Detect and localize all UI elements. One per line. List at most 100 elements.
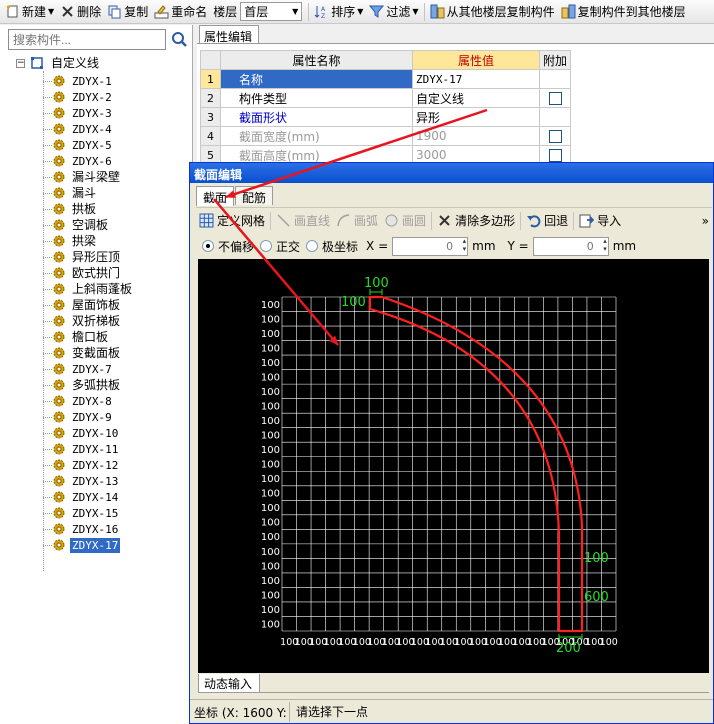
clear-polygon-button[interactable]: 清除多边形 — [434, 210, 518, 232]
delete-button[interactable]: 删除 — [57, 1, 104, 23]
y-input[interactable]: 0 — [532, 236, 609, 256]
tree-item[interactable]: ZDYX-8 — [43, 393, 114, 409]
tree-item[interactable]: 拱梁 — [43, 233, 98, 249]
table-row[interactable]: 2 构件类型 自定义线 — [200, 88, 572, 108]
more-tools-button[interactable]: » — [699, 210, 712, 232]
floor-select[interactable]: 首层 ▼ — [240, 2, 303, 21]
tree-item[interactable]: 双折梯板 — [43, 313, 122, 329]
tree-item[interactable]: ZDYX-1 — [43, 73, 114, 89]
tree-item[interactable]: 空调板 — [43, 217, 110, 233]
tree-item-label: ZDYX-7 — [72, 362, 112, 376]
tree-item[interactable]: ZDYX-17 — [43, 537, 121, 553]
polar-radio[interactable] — [306, 240, 319, 252]
tree-item[interactable]: ZDYX-12 — [43, 457, 120, 473]
tree-root-label: 自定义线 — [51, 55, 100, 70]
tree-item[interactable]: ZDYX-15 — [43, 505, 120, 521]
search-icon[interactable] — [169, 29, 189, 50]
tree-item[interactable]: 檐口板 — [43, 329, 110, 345]
grid-label-row: 100 — [261, 532, 280, 543]
table-row[interactable]: 3 截面形状 异形 — [200, 107, 572, 127]
undo-button[interactable]: 回退 — [523, 210, 571, 232]
tab-section[interactable]: 截面 — [196, 186, 235, 206]
tree-item[interactable]: ZDYX-3 — [43, 105, 114, 121]
sort-button[interactable]: AZ 排序 ▼ — [311, 1, 366, 23]
copy-to-floor-icon — [561, 4, 576, 19]
x-input[interactable]: 0 — [392, 236, 469, 256]
draw-arc-button[interactable]: 画弧 — [333, 210, 381, 232]
grid-label-row: 100 — [261, 373, 280, 384]
tab-property-editor[interactable]: 属性编辑 — [199, 25, 259, 44]
custom-line-icon — [31, 57, 43, 69]
tab-dynamic-input[interactable]: 动态输入 — [198, 674, 260, 693]
no-offset-radio[interactable] — [202, 240, 214, 252]
grid-label-col: 100 — [600, 637, 618, 648]
tree-item[interactable]: ZDYX-7 — [43, 361, 114, 377]
tree-item[interactable]: ZDYX-14 — [43, 489, 120, 505]
define-grid-button[interactable]: 定义网格 — [196, 210, 268, 232]
window-title[interactable]: 截面编辑 — [190, 163, 713, 183]
tree-item[interactable]: 变截面板 — [43, 345, 122, 361]
rename-button[interactable]: 重命名 — [151, 1, 210, 23]
tree-connector — [43, 400, 52, 402]
tree-item[interactable]: ZDYX-10 — [43, 425, 120, 441]
toolbar-divider — [520, 211, 522, 230]
tree-item[interactable]: ZDYX-9 — [43, 409, 114, 425]
tree-item[interactable]: ZDYX-5 — [43, 137, 114, 153]
tree-connector — [43, 128, 52, 130]
filter-button[interactable]: 过滤 ▼ — [366, 1, 421, 23]
draw-circle-button[interactable]: 画圆 — [381, 210, 429, 232]
tree-item[interactable]: 欧式拱门 — [43, 265, 122, 281]
tree-connector — [43, 96, 52, 98]
tree-root[interactable]: − 自定义线 — [16, 55, 101, 71]
tree-item-label: ZDYX-15 — [72, 506, 119, 520]
tree-item[interactable]: 上斜雨蓬板 — [43, 281, 134, 297]
table-row[interactable]: 4 截面宽度(mm) 1900 — [200, 126, 572, 146]
gear-icon — [53, 347, 65, 359]
draw-line-button[interactable]: 画直线 — [273, 210, 333, 232]
gear-icon — [53, 331, 65, 343]
new-button[interactable]: 新建 ▼ — [2, 1, 57, 23]
tree-item[interactable]: 多弧拱板 — [43, 377, 122, 393]
tree-item[interactable]: 漏斗梁壁 — [43, 169, 122, 185]
tree-item-label: 漏斗 — [72, 185, 97, 200]
tree-item-label: 双折梯板 — [72, 313, 121, 328]
tree-item[interactable]: 漏斗 — [43, 185, 98, 201]
gear-icon — [53, 459, 65, 471]
import-button[interactable]: 导入 — [576, 210, 624, 232]
ortho-radio[interactable] — [260, 240, 273, 252]
tree-item-label: ZDYX-8 — [72, 394, 112, 408]
table-row[interactable]: 1 名称 ZDYX-17 — [200, 69, 572, 89]
tree-item[interactable]: ZDYX-4 — [43, 121, 114, 137]
copy-from-floor-button[interactable]: 从其他楼层复制构件 — [427, 1, 558, 23]
canvas-svg[interactable]: 1001001001001001001001001001001001001001… — [198, 259, 709, 673]
tree-item[interactable]: 拱板 — [43, 201, 98, 217]
tree-connector — [43, 80, 52, 82]
grid-label-row: 100 — [261, 431, 280, 442]
tree-item[interactable]: ZDYX-11 — [43, 441, 120, 457]
x-unit: mm — [472, 239, 496, 253]
tab-rebar[interactable]: 配筋 — [235, 186, 274, 205]
extra-checkbox[interactable] — [548, 92, 562, 105]
copy-button[interactable]: 复制 — [104, 1, 151, 23]
drawing-canvas[interactable]: 100 100 100 100 100 100 100 100 100 100 100 100 100 1… — [198, 259, 709, 673]
extra-checkbox[interactable] — [548, 149, 562, 162]
tree-item[interactable]: ZDYX-6 — [43, 153, 114, 169]
tree-item[interactable]: 屋面饰板 — [43, 297, 122, 313]
copy-to-floor-button[interactable]: 复制构件到其他楼层 — [558, 1, 689, 23]
gear-icon — [53, 155, 65, 167]
tree-item[interactable]: ZDYX-13 — [43, 473, 120, 489]
tree-item[interactable]: ZDYX-2 — [43, 89, 114, 105]
collapse-icon[interactable]: − — [16, 58, 25, 68]
close-icon — [439, 215, 450, 226]
search-input[interactable] — [8, 29, 166, 50]
chevron-down-icon: ▼ — [292, 7, 299, 16]
tree-connector — [43, 352, 52, 354]
tree-item[interactable]: ZDYX-16 — [43, 521, 120, 537]
extra-checkbox[interactable] — [548, 130, 562, 143]
tree-connector — [43, 176, 52, 178]
tree-connector — [43, 384, 52, 386]
tree-item[interactable]: 异形压顶 — [43, 249, 122, 265]
dim-right-lower: 600 — [584, 590, 609, 605]
grid-icon — [199, 213, 214, 228]
gear-icon — [53, 107, 65, 119]
